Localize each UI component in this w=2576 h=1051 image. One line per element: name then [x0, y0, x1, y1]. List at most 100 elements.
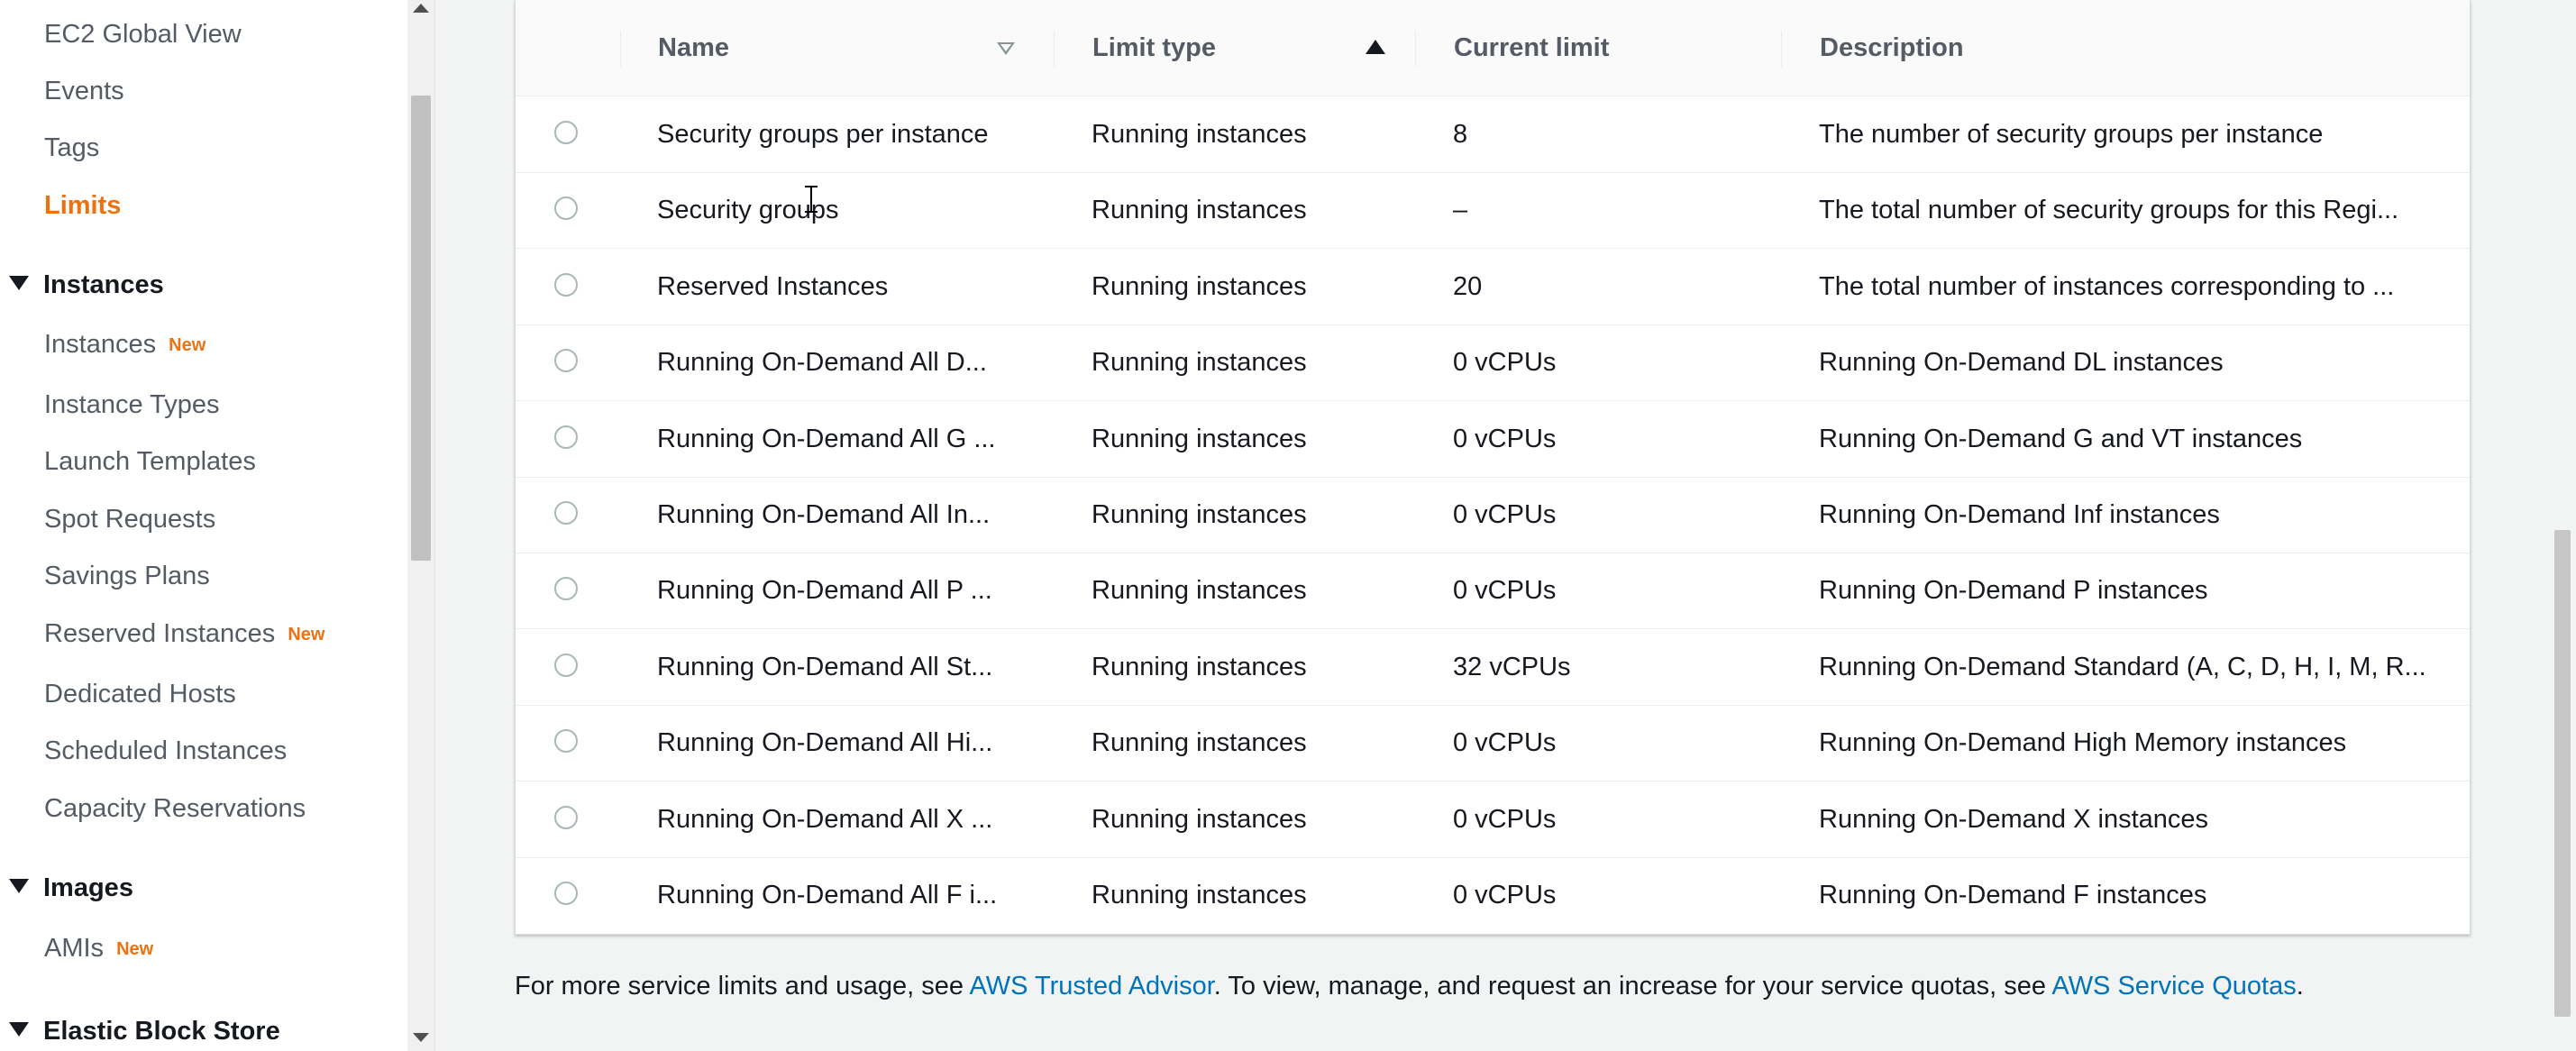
- sidebar-item-label: Instances: [44, 330, 157, 359]
- table-header: Name Limit type Current limit Descriptio…: [516, 0, 2470, 96]
- sidebar-item-savings-plans[interactable]: Savings Plans: [44, 560, 210, 592]
- table-row[interactable]: Running On-Demand All F i... Running inst…: [516, 857, 2470, 933]
- table-row[interactable]: Running On-Demand All D... Running instan…: [516, 324, 2470, 402]
- main-content: Name Limit type Current limit Descriptio…: [435, 0, 2549, 1051]
- cell-current-limit: 0 vCPUs: [1453, 348, 1557, 378]
- section-title: Elastic Block Store: [43, 1017, 280, 1046]
- row-select-radio[interactable]: [554, 577, 578, 601]
- cell-current-limit: 20: [1453, 271, 1483, 301]
- cell-description: The total number of instances correspond…: [1819, 271, 2395, 301]
- scroll-up-arrow-icon[interactable]: [413, 4, 429, 13]
- cell-description: Running On-Demand G and VT instances: [1819, 424, 2303, 453]
- sidebar-item-label: AMIs: [44, 934, 105, 963]
- column-divider: [620, 31, 621, 67]
- cell-description: Running On-Demand High Memory instances: [1819, 728, 2347, 758]
- cell-name: Running On-Demand All D...: [657, 348, 987, 378]
- sidebar-item-dedicated-hosts[interactable]: Dedicated Hosts: [44, 678, 236, 710]
- cell-description: Running On-Demand P instances: [1819, 576, 2208, 606]
- row-select-radio[interactable]: [554, 272, 578, 297]
- sidebar-item-ec2-global-view[interactable]: EC2 Global View: [44, 18, 242, 50]
- caret-down-icon: [9, 1022, 29, 1037]
- table-row[interactable]: Reserved Instances Running instances 20 The…: [516, 249, 2470, 325]
- sidebar-scrollbar[interactable]: [407, 0, 435, 1051]
- table-row[interactable]: Running On-Demand All Hi... Running insta…: [516, 705, 2470, 782]
- cell-description: Running On-Demand Inf instances: [1819, 500, 2220, 529]
- footer-text: .: [2296, 972, 2304, 1001]
- row-select-radio[interactable]: [554, 805, 578, 829]
- cell-description: The number of security groups per instan…: [1819, 120, 2324, 149]
- cell-description: Running On-Demand DL instances: [1819, 348, 2224, 378]
- cell-current-limit: 8: [1453, 120, 1468, 149]
- cell-description: Running On-Demand X instances: [1819, 804, 2209, 834]
- scroll-down-arrow-icon[interactable]: [413, 1033, 429, 1042]
- sort-ascending-icon[interactable]: [1366, 40, 1385, 54]
- footer-text: For more service limits and usage, see: [515, 972, 970, 1001]
- cell-limit-type: Running instances: [1092, 881, 1307, 909]
- table-row[interactable]: Running On-Demand All G ... Running insta…: [516, 401, 2470, 478]
- row-select-radio[interactable]: [554, 653, 578, 677]
- row-select-radio[interactable]: [554, 121, 578, 144]
- cell-limit-type: Running instances: [1092, 424, 1307, 453]
- cell-name: Running On-Demand All P ...: [657, 576, 992, 606]
- sidebar-item-instances[interactable]: Instances New: [44, 328, 206, 361]
- column-divider: [1781, 31, 1782, 67]
- sidebar-section-instances[interactable]: Instances: [9, 269, 164, 301]
- row-select-radio[interactable]: [554, 729, 578, 754]
- cell-current-limit: 0 vCPUs: [1453, 500, 1557, 529]
- sidebar-item-scheduled-instances[interactable]: Scheduled Instances: [44, 735, 287, 767]
- table-row[interactable]: Security groups per instance Running inst…: [516, 96, 2470, 173]
- table-row[interactable]: Running On-Demand All In... Running insta…: [516, 477, 2470, 553]
- cell-current-limit: –: [1453, 196, 1468, 225]
- column-header-name[interactable]: Name: [658, 0, 729, 96]
- sidebar-item-instance-types[interactable]: Instance Types: [44, 388, 220, 421]
- cell-limit-type: Running instances: [1092, 804, 1307, 834]
- cell-name: Security groups: [657, 196, 839, 225]
- row-select-radio[interactable]: [554, 425, 578, 449]
- page-scrollbar-thumb[interactable]: [2554, 530, 2571, 1017]
- caret-down-icon: [9, 276, 29, 290]
- cell-limit-type: Running instances: [1092, 652, 1307, 681]
- cell-limit-type: Running instances: [1092, 348, 1307, 378]
- sidebar-scrollbar-thumb[interactable]: [411, 96, 431, 561]
- sidebar-item-amis[interactable]: AMIs New: [44, 932, 153, 965]
- aws-service-quotas-link[interactable]: AWS Service Quotas: [2051, 972, 2296, 1001]
- sidebar-section-elastic-block-store[interactable]: Elastic Block Store: [9, 1015, 280, 1047]
- cell-name: Running On-Demand All St...: [657, 652, 993, 681]
- sidebar-item-reserved-instances[interactable]: Reserved Instances New: [44, 617, 324, 651]
- sidebar-item-launch-templates[interactable]: Launch Templates: [44, 445, 256, 478]
- row-select-radio[interactable]: [554, 196, 578, 221]
- sidebar-item-label: Reserved Instances: [44, 619, 276, 648]
- cell-name: Running On-Demand All G ...: [657, 424, 996, 453]
- sort-icon[interactable]: [997, 42, 1015, 55]
- sidebar-item-spot-requests[interactable]: Spot Requests: [44, 503, 215, 535]
- cell-name: Running On-Demand All In...: [657, 500, 991, 529]
- sidebar-item-tags[interactable]: Tags: [44, 132, 99, 164]
- sidebar-item-capacity-reservations[interactable]: Capacity Reservations: [44, 792, 306, 825]
- table-row[interactable]: Running On-Demand All X ... Running insta…: [516, 781, 2470, 858]
- cell-limit-type: Running instances: [1092, 728, 1307, 758]
- new-badge: New: [288, 625, 325, 644]
- cell-limit-type: Running instances: [1092, 120, 1307, 149]
- sidebar-item-limits[interactable]: Limits: [44, 189, 121, 222]
- column-header-current-limit[interactable]: Current limit: [1454, 0, 1609, 96]
- cell-name: Reserved Instances: [657, 271, 889, 301]
- row-select-radio[interactable]: [554, 882, 578, 905]
- cell-description: Running On-Demand Standard (A, C, D, H, …: [1819, 652, 2426, 681]
- cell-limit-type: Running instances: [1092, 271, 1307, 301]
- column-header-limit-type[interactable]: Limit type: [1092, 0, 1216, 96]
- sidebar-item-events[interactable]: Events: [44, 75, 124, 107]
- row-select-radio[interactable]: [554, 501, 578, 525]
- cell-current-limit: 0 vCPUs: [1453, 576, 1557, 606]
- column-header-description[interactable]: Description: [1820, 0, 1964, 96]
- table-row[interactable]: Running On-Demand All St... Running insta…: [516, 629, 2470, 706]
- sidebar-section-images[interactable]: Images: [9, 872, 133, 904]
- row-select-radio[interactable]: [554, 349, 578, 373]
- table-row[interactable]: Running On-Demand All P ... Running insta…: [516, 553, 2470, 630]
- cell-limit-type: Running instances: [1092, 576, 1307, 606]
- column-divider: [1054, 31, 1055, 67]
- page-scrollbar[interactable]: [2549, 0, 2576, 1051]
- cell-name: Running On-Demand All F i...: [657, 881, 998, 909]
- aws-trusted-advisor-link[interactable]: AWS Trusted Advisor: [969, 972, 1213, 1001]
- cell-current-limit: 0 vCPUs: [1453, 728, 1557, 758]
- cell-description: Running On-Demand F instances: [1819, 881, 2207, 909]
